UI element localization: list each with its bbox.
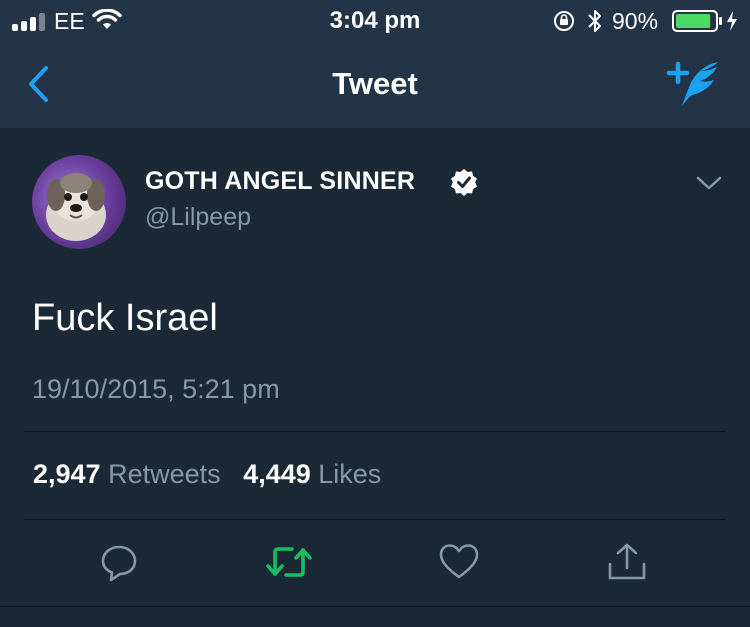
top-bar: EE 3:04 pm 90% Tweet	[0, 0, 750, 128]
tweet-text: Fuck Israel	[32, 297, 218, 339]
retweets-stat[interactable]: 2,947 Retweets	[33, 459, 228, 489]
engagement-stats: 2,947 Retweets 4,449 Likes	[33, 459, 381, 490]
charging-bolt-icon	[727, 11, 737, 31]
retweets-count: 2,947	[33, 459, 101, 489]
page-title: Tweet	[332, 66, 418, 101]
likes-label: Likes	[318, 459, 382, 489]
verified-badge-icon	[451, 169, 477, 196]
compose-tweet-icon[interactable]	[664, 58, 722, 110]
next-item-edge	[0, 607, 750, 627]
bluetooth-icon	[588, 10, 601, 32]
likes-stat[interactable]: 4,449 Likes	[243, 459, 381, 489]
avatar-dog-image	[46, 173, 106, 241]
display-name[interactable]: GOTH ANGEL SINNER	[145, 167, 415, 195]
navigation-bar: Tweet	[0, 40, 750, 128]
battery-icon	[672, 10, 722, 32]
retweets-label: Retweets	[108, 459, 221, 489]
divider	[24, 519, 726, 520]
battery-percentage: 90%	[612, 8, 659, 34]
likes-count: 4,449	[243, 459, 311, 489]
avatar[interactable]	[32, 155, 126, 249]
user-handle[interactable]: @Lilpeep	[145, 203, 251, 232]
author-name-row[interactable]: GOTH ANGEL SINNER	[145, 167, 477, 196]
like-icon[interactable]	[438, 542, 480, 582]
share-icon[interactable]	[606, 542, 648, 582]
chevron-down-icon[interactable]	[696, 175, 722, 191]
status-bar: EE 3:04 pm 90%	[0, 0, 750, 40]
reply-icon[interactable]	[99, 542, 139, 582]
tweet-timestamp: 19/10/2015, 5:21 pm	[32, 374, 280, 404]
orientation-lock-icon	[554, 11, 574, 31]
retweet-icon[interactable]	[266, 542, 312, 582]
divider	[24, 431, 726, 432]
